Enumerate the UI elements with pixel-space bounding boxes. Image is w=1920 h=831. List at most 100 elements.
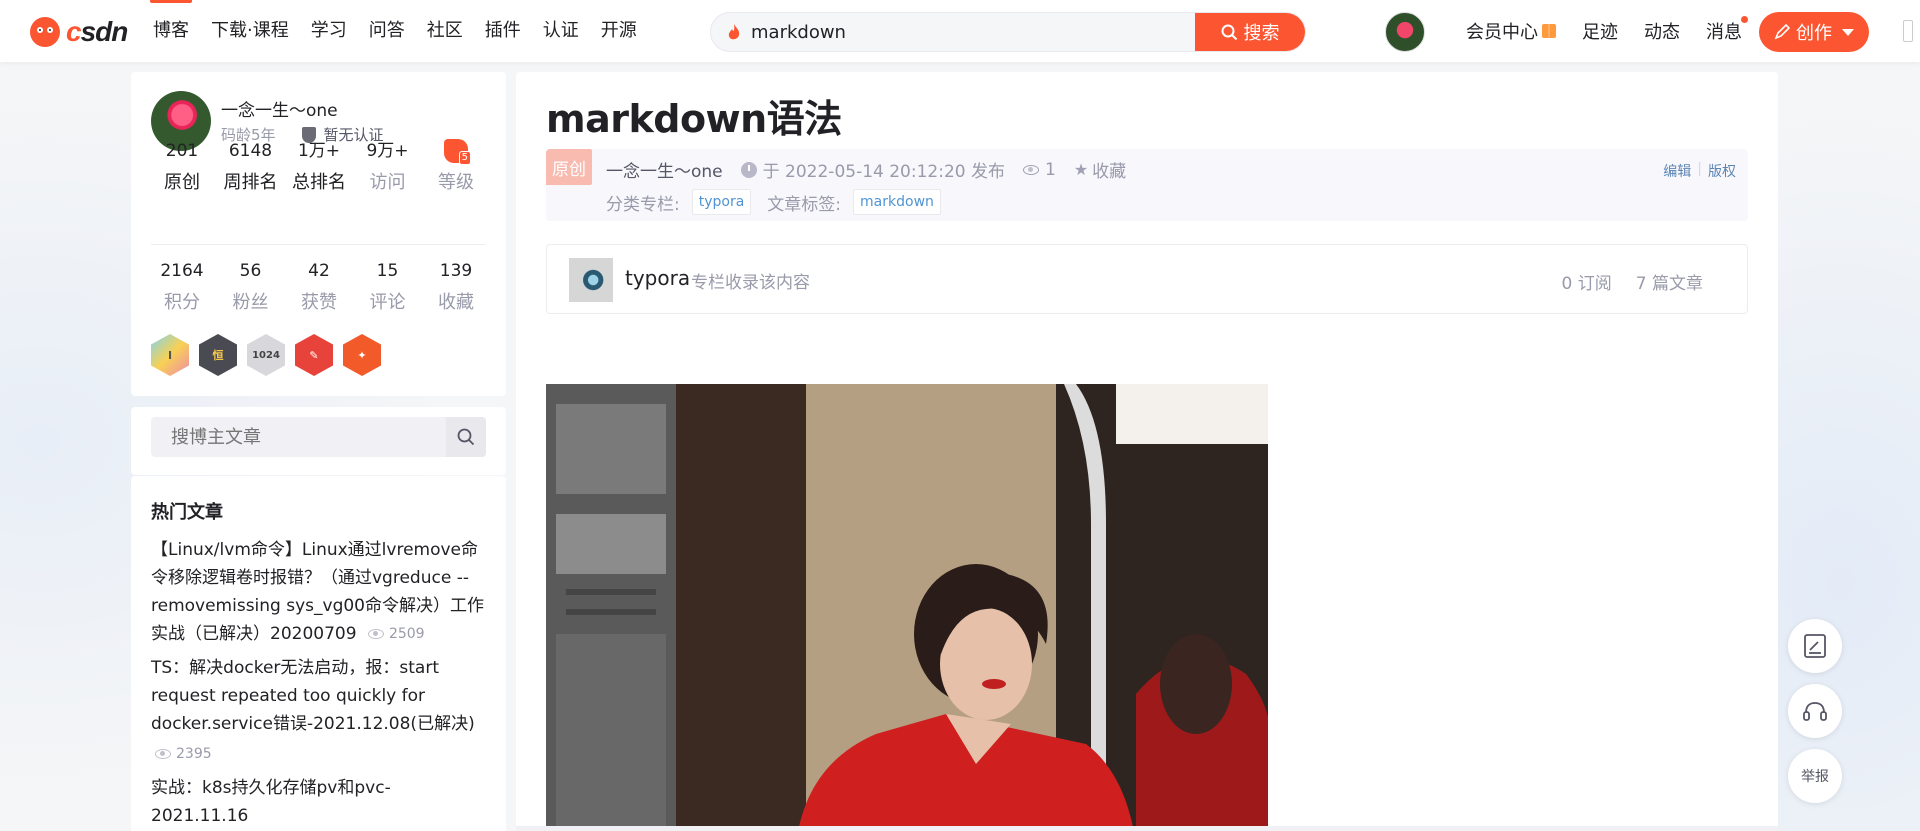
customer-service-button[interactable] (1788, 684, 1842, 738)
column-description: 专栏收录该内容 (691, 273, 810, 293)
page-bottom-edge (516, 826, 1778, 831)
column-thumbnail (569, 258, 613, 302)
messages-label: 消息 (1706, 22, 1742, 43)
favorite-label: 收藏 (1092, 162, 1127, 182)
vip-center-link[interactable]: 会员中心 (1466, 18, 1556, 44)
stats-row-1: 201 原创 6148 周排名 1万+ 总排名 9万+ 访问 等级 (149, 138, 489, 194)
stat-points: 2164 积分 (149, 258, 215, 314)
scrollbar[interactable] (1903, 20, 1913, 42)
column-stats: 0 订阅 7 篇文章 (1562, 269, 1703, 294)
search-icon (1221, 24, 1237, 40)
csdn-logo[interactable]: csdn (30, 16, 128, 48)
hot-article-title: TS：解决docker无法启动，报：start request repeated… (151, 658, 475, 734)
nav-item-qa[interactable]: 问答 (358, 0, 416, 62)
nav-item-blog[interactable]: 博客 (142, 0, 200, 62)
chevron-down-icon (1842, 28, 1854, 36)
hot-article-title: 实战：k8s持久化存储pv和pvc-2021.11.16 (151, 778, 391, 826)
footprint-link[interactable]: 足迹 (1582, 18, 1618, 44)
copyright-link[interactable]: 版权 (1708, 161, 1736, 181)
user-avatar[interactable] (1385, 12, 1425, 52)
stat-value: 1万+ (297, 141, 341, 161)
stat-value: 6148 (228, 141, 273, 161)
vip-center-label: 会员中心 (1466, 22, 1538, 43)
article-image (546, 384, 1268, 831)
blog-search-card (131, 407, 506, 475)
stat-level[interactable]: 等级 (423, 138, 489, 194)
stat-value: 2164 (160, 261, 204, 281)
clock-icon (740, 161, 757, 178)
original-tag: 原创 (546, 149, 592, 185)
nav-item-certification[interactable]: 认证 (532, 0, 590, 62)
publish-info: 于 2022-05-14 20:12:20 发布 (740, 157, 1005, 182)
stat-fans[interactable]: 56 粉丝 (218, 258, 284, 314)
column-info[interactable]: typora 专栏收录该内容 0 订阅 7 篇文章 (546, 244, 1748, 314)
global-search: 搜索 (710, 12, 1306, 52)
article-views: 1 (1023, 160, 1056, 180)
article-title: markdown语法 (546, 97, 842, 141)
stat-label: 评论 (369, 292, 406, 313)
article-taxonomy: 分类专栏: typora 文章标签: markdown (606, 189, 945, 215)
hot-article-item[interactable]: TS：解决docker无法启动，报：start request repeated… (151, 654, 486, 768)
tag-chip[interactable]: markdown (853, 189, 941, 215)
tags-label: 文章标签: (767, 194, 842, 215)
pen-badge-icon[interactable]: ✎ (295, 334, 333, 376)
main-nav: 博客 下载·课程 学习 问答 社区 插件 认证 开源 (142, 0, 648, 62)
search-input[interactable] (751, 13, 1171, 51)
star-icon: ★ (1073, 160, 1089, 179)
persistence-badge-icon[interactable]: 恒 (199, 334, 237, 376)
stat-favorites: 139 收藏 (423, 258, 489, 314)
article-photo (546, 384, 1268, 831)
blog-search-input[interactable] (151, 417, 446, 457)
gift-icon (1542, 24, 1556, 38)
author-name[interactable]: 一念一生～one (221, 96, 338, 121)
nav-item-open-source[interactable]: 开源 (590, 0, 648, 62)
stat-label: 粉丝 (232, 292, 269, 313)
view-count: 2395 (155, 740, 212, 768)
search-icon (457, 428, 475, 446)
eye-icon (155, 749, 171, 759)
eye-icon (367, 629, 384, 639)
column-name[interactable]: typora (625, 266, 690, 290)
logo-text: csdn (66, 16, 128, 47)
category-label: 分类专栏: (606, 194, 680, 215)
profile-card: 一念一生～one 码龄5年 暂无认证 201 原创 6148 周排名 1万+ 总… (131, 72, 506, 396)
creator-badge-icon[interactable]: I (151, 334, 189, 376)
edit-link[interactable]: 编辑 (1663, 161, 1691, 181)
nav-item-community[interactable]: 社区 (416, 0, 474, 62)
stat-comments: 15 评论 (355, 258, 421, 314)
column-article-count: 7 篇文章 (1635, 274, 1703, 294)
hot-articles-list: 【Linux/lvm命令】Linux通过lvremove命令移除逻辑卷时报错？（… (151, 536, 486, 831)
gift-badge-icon[interactable]: ✦ (343, 334, 381, 376)
stat-original[interactable]: 201 原创 (149, 138, 215, 194)
article-author[interactable]: 一念一生～one (606, 157, 723, 182)
stat-label: 收藏 (438, 292, 474, 313)
favorite-action[interactable]: ★ 收藏 (1074, 157, 1126, 182)
hot-articles-card: 热门文章 【Linux/lvm命令】Linux通过lvremove命令移除逻辑卷… (131, 476, 506, 831)
hot-article-item[interactable]: 实战：k8s持久化存储pv和pvc-2021.11.16 2318 (151, 774, 486, 831)
note-icon (1804, 634, 1826, 658)
nav-item-learn[interactable]: 学习 (300, 0, 358, 62)
blog-search-button[interactable] (446, 417, 486, 457)
report-label: 举报 (1801, 769, 1829, 785)
top-navigation-bar: csdn 博客 下载·课程 学习 问答 社区 插件 认证 开源 搜索 会员中心 … (0, 0, 1920, 62)
create-button[interactable]: 创作 (1759, 12, 1869, 52)
stat-value: 201 (165, 141, 199, 161)
search-button[interactable]: 搜索 (1195, 13, 1305, 51)
pen-icon (1774, 24, 1790, 40)
report-button[interactable]: 举报 (1788, 749, 1842, 803)
nav-item-plugin[interactable]: 插件 (474, 0, 532, 62)
unread-dot (1741, 16, 1748, 23)
stat-label: 获赞 (301, 292, 337, 313)
write-note-button[interactable] (1788, 619, 1842, 673)
category-chip[interactable]: typora (691, 189, 752, 215)
hot-article-item[interactable]: 【Linux/lvm命令】Linux通过lvremove命令移除逻辑卷时报错？（… (151, 536, 486, 648)
stats-row-2: 2164 积分 56 粉丝 42 获赞 15 评论 139 收藏 (149, 258, 489, 314)
view-count: 2509 (367, 620, 425, 648)
stat-total-rank[interactable]: 1万+ 总排名 (286, 138, 352, 194)
messages-link[interactable]: 消息 (1706, 16, 1748, 44)
1024-badge-icon[interactable]: 1024 (247, 334, 285, 376)
stat-week-rank[interactable]: 6148 周排名 (218, 138, 284, 194)
dynamic-link[interactable]: 动态 (1644, 18, 1680, 44)
nav-item-download-course[interactable]: 下载·课程 (200, 0, 300, 62)
create-button-label: 创作 (1796, 23, 1832, 44)
